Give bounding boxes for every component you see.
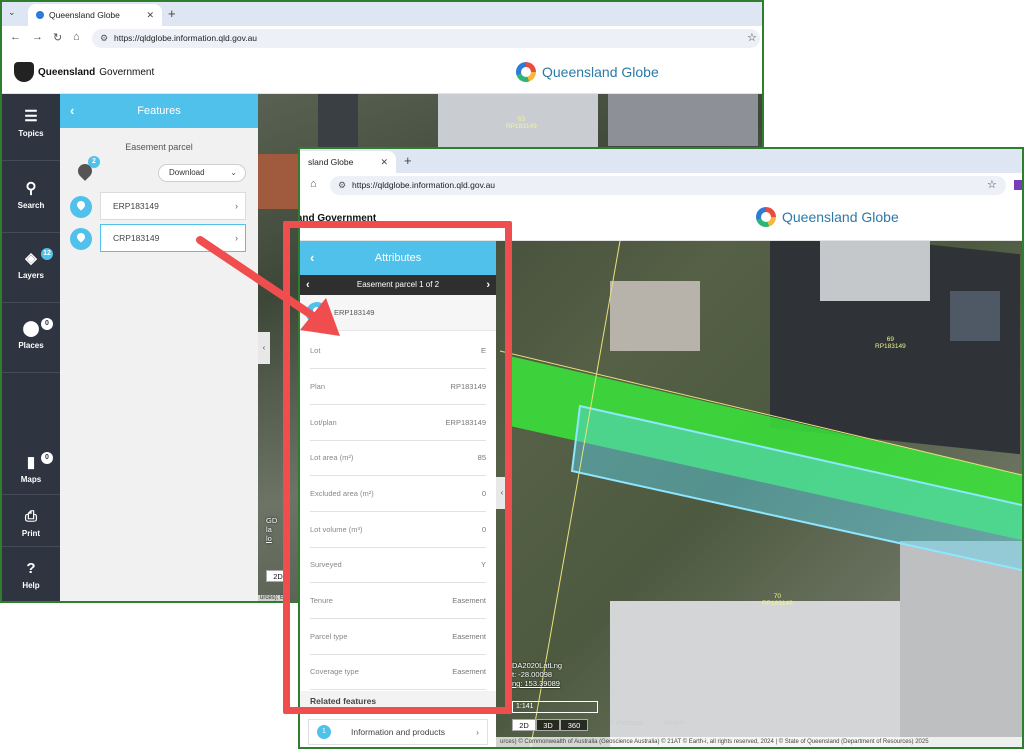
arrow-shaft [196,236,326,326]
annotation-arrow [196,236,340,336]
arrow-head [300,298,340,336]
